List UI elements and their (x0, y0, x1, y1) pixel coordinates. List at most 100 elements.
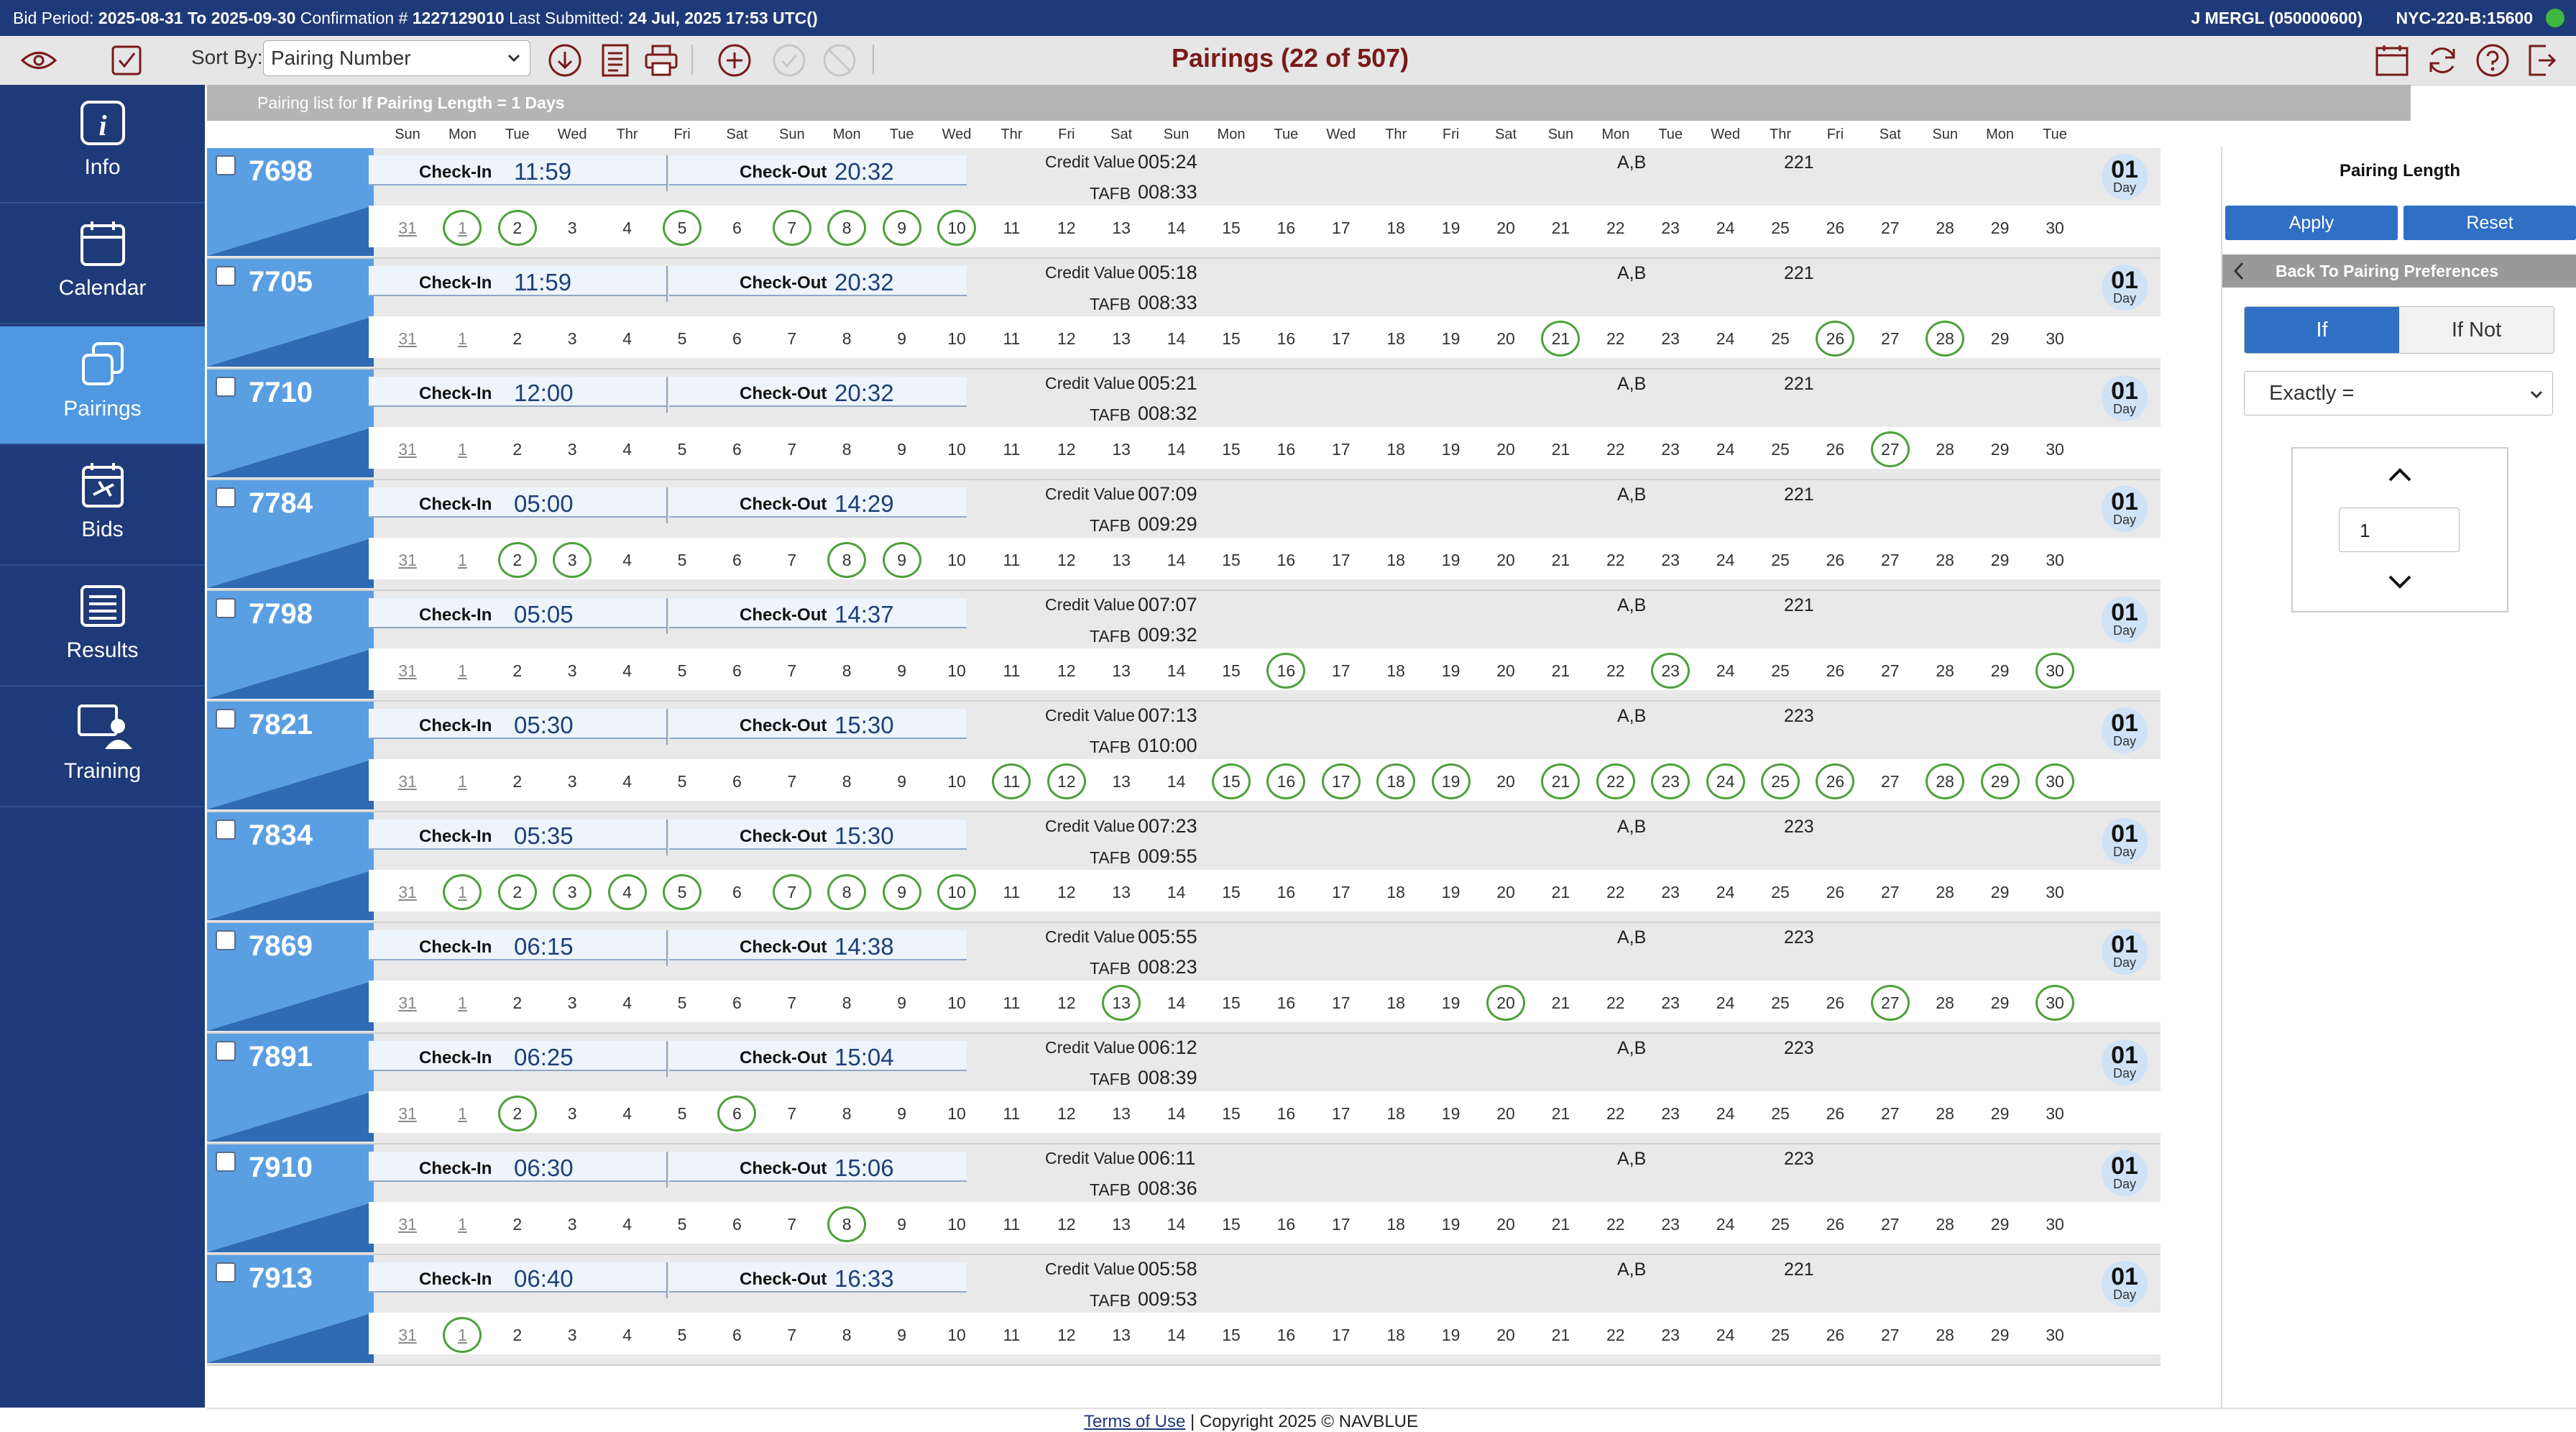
back-to-preferences-button[interactable]: Back To Pairing Preferences (2222, 254, 2576, 288)
calendar-date[interactable]: 21 (1541, 431, 1580, 467)
calendar-date[interactable]: 20 (1486, 321, 1525, 357)
calendar-date[interactable]: 26 (1816, 985, 1854, 1021)
pairing-checkbox[interactable] (216, 1041, 236, 1061)
calendar-date[interactable]: 25 (1761, 1206, 1800, 1242)
report-icon[interactable] (597, 42, 634, 79)
calendar-date[interactable]: 14 (1157, 321, 1196, 357)
calendar-date[interactable]: 10 (937, 985, 976, 1021)
calendar-date[interactable]: 31 (388, 210, 427, 246)
calendar-date[interactable]: 18 (1376, 1317, 1415, 1353)
print-icon[interactable] (643, 42, 680, 79)
calendar-date[interactable]: 24 (1706, 874, 1745, 910)
calendar-date[interactable]: 27 (1871, 210, 1910, 246)
calendar-date[interactable]: 4 (608, 1206, 647, 1242)
calendar-date[interactable]: 30 (2036, 1317, 2074, 1353)
calendar-date[interactable]: 3 (553, 985, 592, 1021)
sidebar-item-info[interactable]: i Info (0, 85, 205, 203)
calendar-date[interactable]: 5 (663, 985, 702, 1021)
calendar-date[interactable]: 21 (1541, 763, 1581, 799)
calendar-date[interactable]: 18 (1376, 542, 1415, 578)
calendar-date[interactable]: 3 (553, 210, 592, 246)
calendar-date[interactable]: 15 (1212, 210, 1251, 246)
calendar-date[interactable]: 22 (1596, 321, 1635, 357)
calendar-date[interactable]: 17 (1322, 874, 1361, 910)
calendar-date[interactable]: 29 (1981, 1317, 2020, 1353)
check-icon[interactable] (770, 42, 808, 79)
calendar-date[interactable]: 26 (1816, 1206, 1854, 1242)
calendar-date[interactable]: 28 (1926, 210, 1964, 246)
calendar-date[interactable]: 22 (1596, 985, 1635, 1021)
calendar-date[interactable]: 27 (1871, 321, 1910, 357)
calendar-date[interactable]: 21 (1541, 1317, 1580, 1353)
calendar-date[interactable]: 3 (553, 1096, 592, 1132)
calendar-date[interactable]: 24 (1706, 321, 1745, 357)
refresh-icon[interactable] (2424, 42, 2461, 79)
calendar-date[interactable]: 30 (2036, 985, 2074, 1021)
calendar-date[interactable]: 7 (773, 985, 811, 1021)
calendar-date[interactable]: 17 (1322, 1317, 1361, 1353)
calendar-date[interactable]: 25 (1761, 542, 1800, 578)
calendar-date[interactable]: 24 (1706, 542, 1745, 578)
calendar-date[interactable]: 1 (443, 321, 482, 357)
calendar-date[interactable]: 23 (1651, 1096, 1690, 1132)
calendar-date[interactable]: 16 (1266, 874, 1305, 910)
calendar-date[interactable]: 7 (773, 653, 811, 689)
calendar-date[interactable]: 23 (1651, 653, 1690, 689)
calendar-date[interactable]: 11 (992, 985, 1031, 1021)
calendar-date[interactable]: 3 (553, 542, 592, 578)
calendar-date[interactable]: 5 (663, 542, 702, 578)
calendar-date[interactable]: 11 (992, 542, 1031, 578)
calendar-date[interactable]: 6 (717, 1096, 757, 1132)
calendar-date[interactable]: 7 (773, 542, 811, 578)
calendar-icon[interactable] (2373, 42, 2411, 79)
calendar-date[interactable]: 18 (1376, 653, 1415, 689)
calendar-date[interactable]: 27 (1871, 763, 1910, 799)
pairing-card[interactable]: 7705 Check-In 11:59 Check-Out 20:32 Cred… (207, 259, 2162, 370)
if-not-option[interactable]: If Not (2399, 307, 2554, 353)
calendar-date[interactable]: 16 (1266, 431, 1305, 467)
calendar-date[interactable]: 13 (1102, 542, 1141, 578)
calendar-date[interactable]: 18 (1376, 1206, 1415, 1242)
calendar-date[interactable]: 26 (1816, 1096, 1854, 1132)
calendar-date[interactable]: 30 (2036, 431, 2074, 467)
pairing-card[interactable]: 7798 Check-In 05:05 Check-Out 14:37 Cred… (207, 591, 2162, 702)
calendar-date[interactable]: 28 (1926, 985, 1964, 1021)
calendar-date[interactable]: 19 (1432, 431, 1471, 467)
checkbox-icon[interactable] (108, 42, 145, 79)
calendar-date[interactable]: 31 (388, 321, 427, 357)
calendar-date[interactable]: 18 (1376, 321, 1415, 357)
calendar-date[interactable]: 26 (1816, 542, 1854, 578)
calendar-date[interactable]: 29 (1981, 321, 2020, 357)
calendar-date[interactable]: 2 (497, 874, 537, 910)
calendar-date[interactable]: 19 (1432, 1317, 1471, 1353)
calendar-date[interactable]: 20 (1486, 1317, 1525, 1353)
calendar-date[interactable]: 19 (1431, 763, 1471, 799)
calendar-date[interactable]: 27 (1871, 653, 1910, 689)
calendar-date[interactable]: 19 (1432, 210, 1471, 246)
calendar-date[interactable]: 24 (1706, 763, 1745, 799)
calendar-date[interactable]: 23 (1651, 1206, 1690, 1242)
calendar-date[interactable]: 2 (497, 210, 537, 246)
calendar-date[interactable]: 1 (443, 210, 482, 246)
calendar-date[interactable]: 6 (717, 985, 756, 1021)
calendar-date[interactable]: 12 (1047, 874, 1086, 910)
calendar-date[interactable]: 1 (443, 985, 482, 1021)
calendar-date[interactable]: 13 (1102, 1096, 1141, 1132)
calendar-date[interactable]: 7 (773, 1317, 811, 1353)
calendar-date[interactable]: 8 (827, 874, 867, 910)
calendar-date[interactable]: 21 (1541, 210, 1580, 246)
eye-icon[interactable] (20, 42, 58, 79)
calendar-date[interactable]: 11 (992, 653, 1031, 689)
calendar-date[interactable]: 24 (1706, 653, 1745, 689)
calendar-date[interactable]: 27 (1871, 874, 1910, 910)
calendar-date[interactable]: 16 (1266, 763, 1306, 799)
calendar-date[interactable]: 3 (553, 1317, 592, 1353)
calendar-date[interactable]: 28 (1926, 1317, 1964, 1353)
comparator-select[interactable]: Exactly = (2244, 371, 2553, 416)
calendar-date[interactable]: 27 (1870, 431, 1910, 467)
add-icon[interactable] (716, 42, 753, 79)
sort-by-select[interactable]: Pairing Number (263, 40, 530, 76)
calendar-date[interactable]: 14 (1157, 431, 1196, 467)
calendar-date[interactable]: 21 (1541, 653, 1580, 689)
calendar-date[interactable]: 1 (443, 542, 482, 578)
